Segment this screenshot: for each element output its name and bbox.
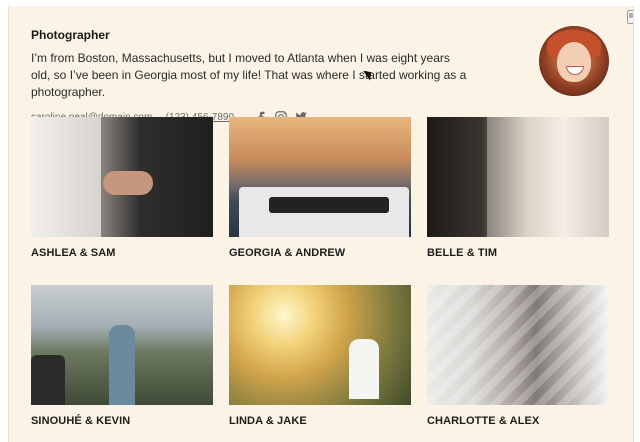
profile-header: Photographer I’m from Boston, Massachuse… bbox=[31, 28, 471, 124]
app-frame: Photographer I’m from Boston, Massachuse… bbox=[8, 6, 634, 442]
gallery-photo[interactable] bbox=[427, 285, 609, 405]
gallery-photo[interactable] bbox=[427, 117, 609, 237]
gallery-card[interactable]: GEORGIA & ANDREW bbox=[229, 117, 411, 259]
photo-detail bbox=[487, 117, 609, 237]
gallery-card[interactable]: BELLE & TIM bbox=[427, 117, 609, 259]
profile-bio: I’m from Boston, Massachusetts, but I mo… bbox=[31, 51, 467, 99]
photographer-avatar bbox=[539, 26, 609, 96]
avatar-face bbox=[557, 42, 591, 82]
photo-detail bbox=[269, 197, 389, 213]
photo-detail bbox=[109, 325, 135, 405]
gallery-card[interactable]: LINDA & JAKE bbox=[229, 285, 411, 427]
photo-detail bbox=[349, 339, 379, 399]
gallery-photo[interactable] bbox=[229, 285, 411, 405]
gallery-card[interactable]: SINOUHÉ & KEVIN bbox=[31, 285, 213, 427]
photo-detail bbox=[103, 171, 153, 195]
scroll-indicator-icon[interactable] bbox=[627, 10, 633, 24]
gallery-card[interactable]: ASHLEA & SAM bbox=[31, 117, 213, 259]
photo-detail bbox=[31, 355, 65, 405]
gallery-caption[interactable]: ASHLEA & SAM bbox=[31, 247, 213, 259]
photo-detail bbox=[427, 285, 609, 405]
gallery-caption[interactable]: SINOUHÉ & KEVIN bbox=[31, 415, 213, 427]
gallery-photo[interactable] bbox=[31, 285, 213, 405]
gallery-caption[interactable]: GEORGIA & ANDREW bbox=[229, 247, 411, 259]
gallery-caption[interactable]: BELLE & TIM bbox=[427, 247, 609, 259]
gallery-caption[interactable]: LINDA & JAKE bbox=[229, 415, 411, 427]
gallery-photo[interactable] bbox=[229, 117, 411, 237]
gallery-photo[interactable] bbox=[31, 117, 213, 237]
gallery-caption[interactable]: CHARLOTTE & ALEX bbox=[427, 415, 609, 427]
profile-title: Photographer bbox=[31, 28, 110, 42]
gallery-card[interactable]: CHARLOTTE & ALEX bbox=[427, 285, 609, 427]
photo-detail bbox=[31, 117, 101, 237]
